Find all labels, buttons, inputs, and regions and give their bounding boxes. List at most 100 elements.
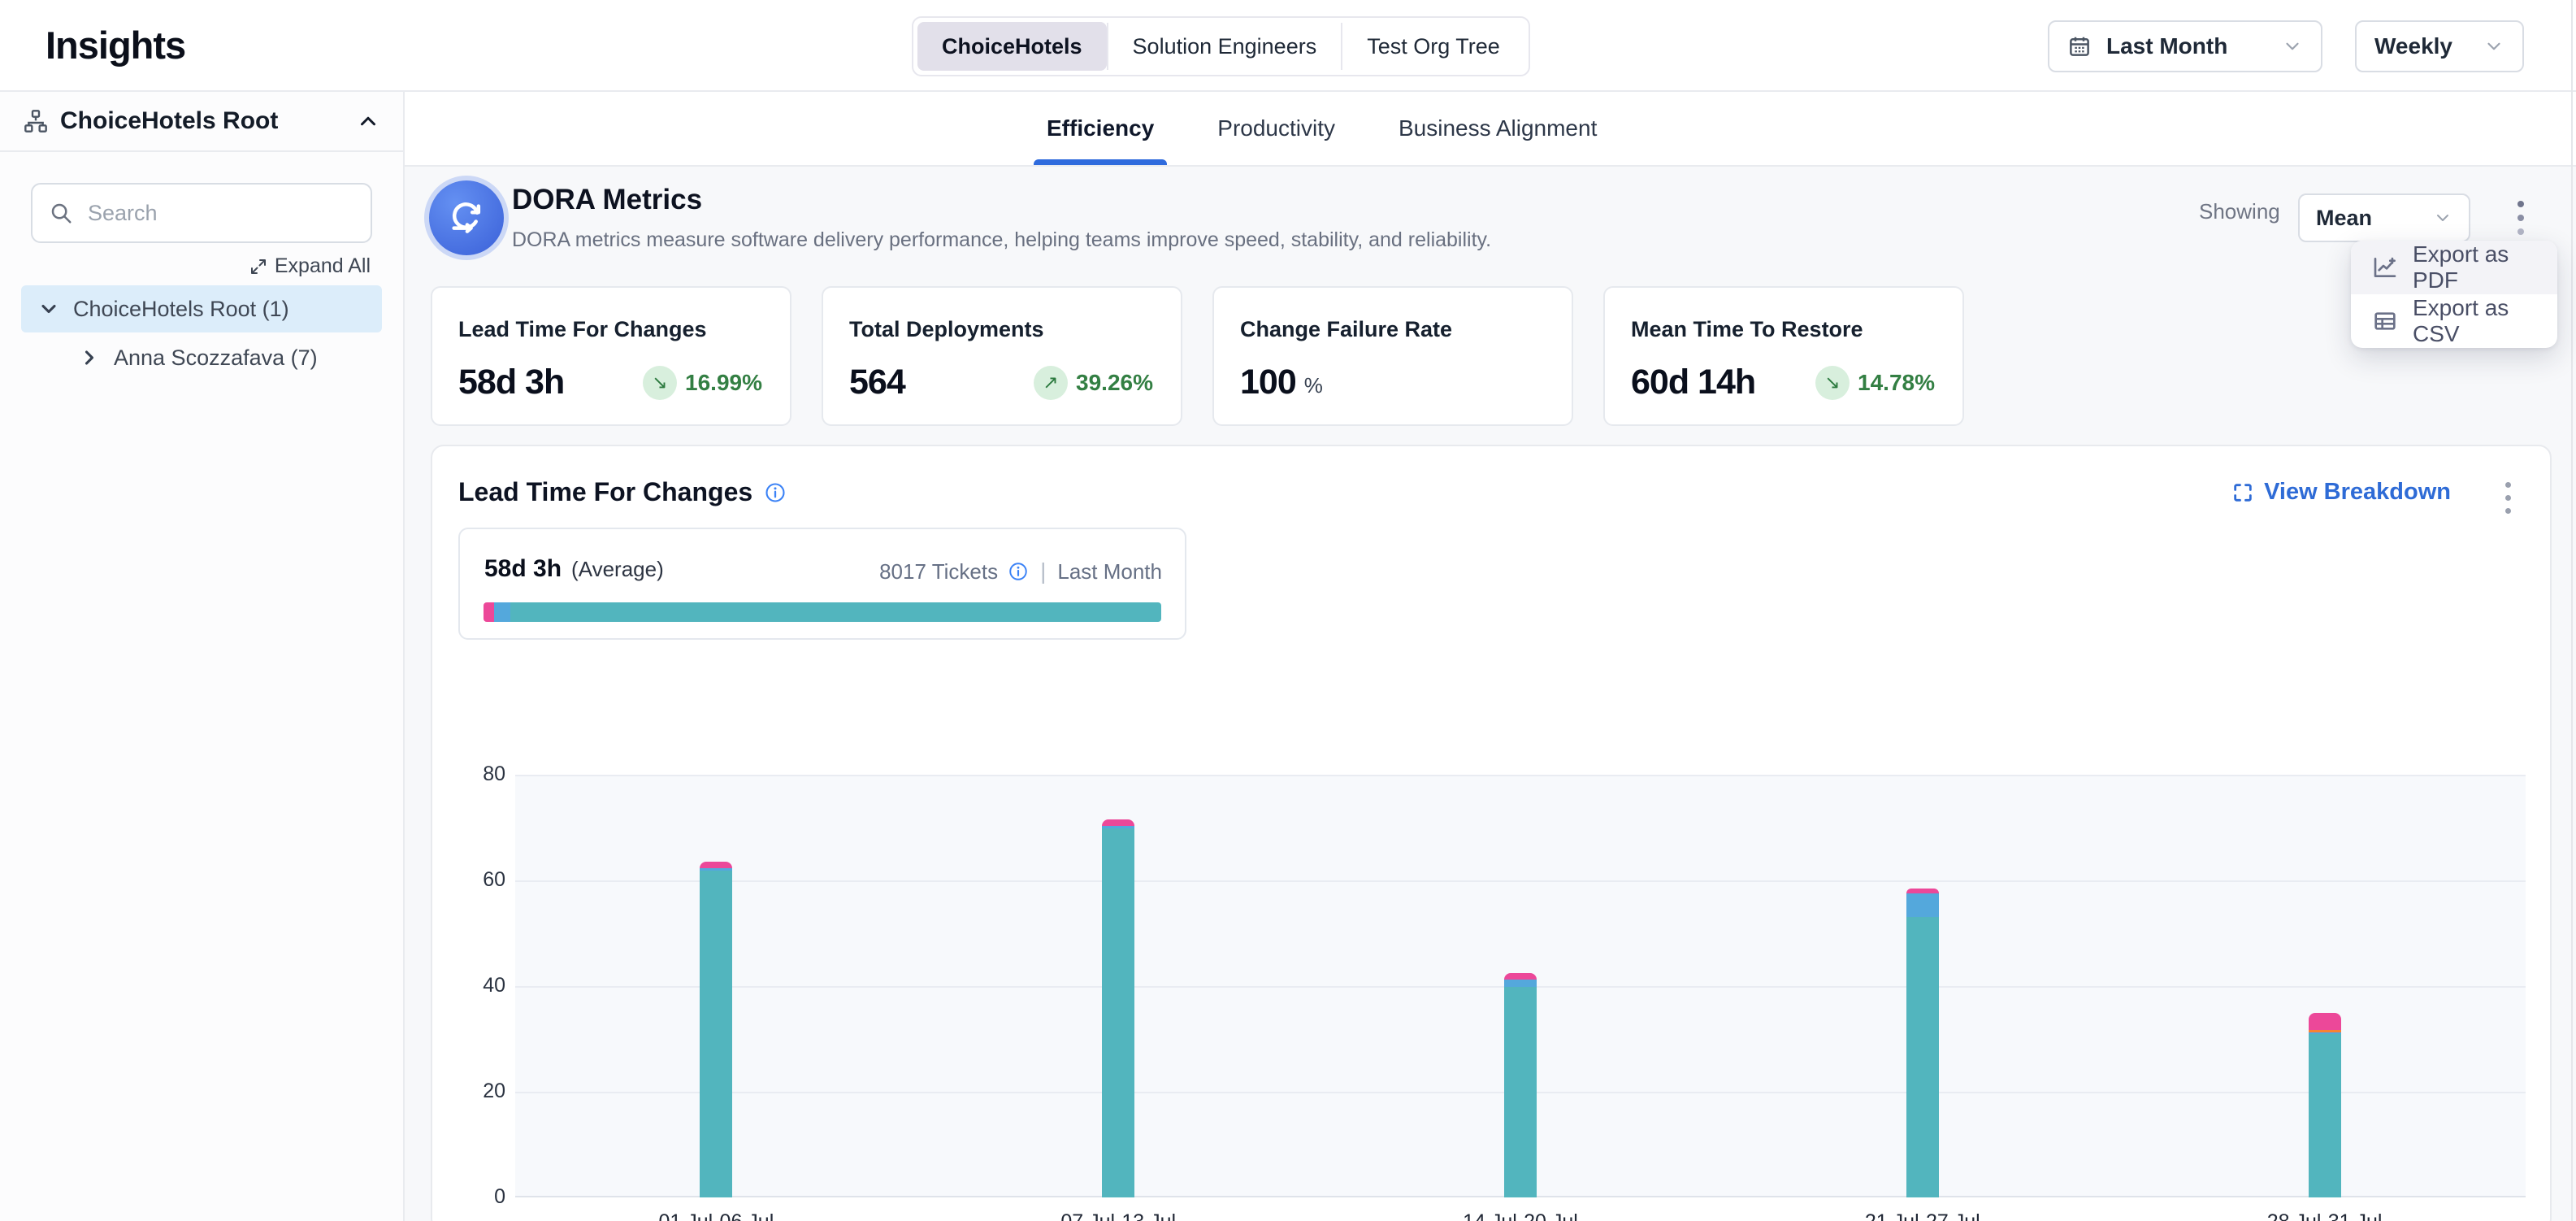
org-tab-solution-engineers[interactable]: Solution Engineers <box>1108 22 1342 71</box>
view-breakdown-button[interactable]: View Breakdown <box>2231 479 2451 506</box>
top-header: Insights ChoiceHotels Solution Engineers… <box>0 0 2576 92</box>
delta-percent: 39.26% <box>1076 370 1153 396</box>
chevron-down-icon <box>2433 208 2452 228</box>
sidebar-header: ChoiceHotels Root <box>0 92 403 152</box>
x-tick-label: 14 Jul-20 Jul <box>1320 1210 1722 1221</box>
search-icon <box>49 201 73 225</box>
x-tick-label: 07 Jul-13 Jul <box>917 1210 1320 1221</box>
tab-productivity[interactable]: Productivity <box>1217 92 1335 165</box>
dora-cycle-icon <box>429 180 504 255</box>
bar-segment-planning <box>1504 973 1537 980</box>
tickets-count: 8017 Tickets <box>879 559 998 584</box>
granularity-value: Weekly <box>2374 33 2452 59</box>
granularity-select[interactable]: Weekly <box>2355 20 2524 72</box>
chart-kebab-menu-icon[interactable] <box>2505 482 2511 514</box>
y-tick-label: 60 <box>457 868 505 892</box>
metric-card-mean-time-to-restore: Mean Time To Restore 60d 14h ↘ 14.78% <box>1603 286 1964 426</box>
metric-unit: % <box>1304 373 1323 398</box>
bar-segment-planning <box>700 862 732 868</box>
main-content: Efficiency Productivity Business Alignme… <box>405 92 2576 1221</box>
average-summary-card: 58d 3h (Average) 8017 Tickets | Last Mon… <box>458 528 1186 640</box>
average-label: (Average) <box>571 557 664 582</box>
metric-cards-row: Lead Time For Changes 58d 3h ↘ 16.99% To… <box>431 286 1964 426</box>
info-icon[interactable] <box>764 481 787 504</box>
y-tick-label: 80 <box>457 763 505 786</box>
tab-business-alignment[interactable]: Business Alignment <box>1399 92 1597 165</box>
plot-area <box>515 775 2526 1197</box>
dora-kebab-menu-icon[interactable] <box>2517 201 2524 235</box>
showing-label: Showing <box>2199 199 2280 224</box>
bar-segment-review <box>1504 980 1537 987</box>
metric-card-lead-time: Lead Time For Changes 58d 3h ↘ 16.99% <box>431 286 791 426</box>
bar-slot <box>515 775 917 1197</box>
progress-segment-planning <box>484 602 494 622</box>
metric-value: 60d 14h <box>1631 363 1755 402</box>
divider: | <box>1040 558 1046 584</box>
insights-dashboard: Insights ChoiceHotels Solution Engineers… <box>0 0 2576 1221</box>
aggregation-value: Mean <box>2316 206 2372 231</box>
info-icon[interactable] <box>1008 561 1029 582</box>
metric-title: Mean Time To Restore <box>1631 317 1863 342</box>
export-as-pdf-item[interactable]: Export as PDF <box>2351 241 2557 294</box>
tab-efficiency[interactable]: Efficiency <box>1047 92 1154 165</box>
search-input[interactable] <box>86 200 354 227</box>
metric-title: Total Deployments <box>849 317 1044 342</box>
tree-item-choicehotels-root[interactable]: ChoiceHotels Root (1) <box>21 285 382 332</box>
collapse-sidebar-chevron-up-icon[interactable] <box>356 109 380 133</box>
org-tree-sidebar: ChoiceHotels Root Expand All <box>0 92 405 1221</box>
bar-slot <box>1721 775 2123 1197</box>
scrollbar[interactable] <box>2571 0 2573 1221</box>
y-tick-label: 40 <box>457 974 505 997</box>
table-icon <box>2372 308 2398 334</box>
org-tab-choicehotels[interactable]: ChoiceHotels <box>917 22 1107 71</box>
bar-segment-deployment <box>2309 1034 2341 1197</box>
expand-all-button[interactable]: Expand All <box>249 254 371 278</box>
delta-percent: 16.99% <box>685 370 762 396</box>
tree-item-label: ChoiceHotels Root (1) <box>73 297 289 322</box>
bar-segment-review <box>1906 893 1939 917</box>
export-menu: Export as PDF Export as CSV <box>2351 241 2557 348</box>
chevron-right-icon <box>78 346 101 369</box>
tree-item-anna-scozzafava[interactable]: Anna Scozzafava (7) <box>0 334 403 381</box>
stacked-bar-5 <box>2309 1013 2341 1197</box>
chevron-down-icon <box>2282 36 2303 57</box>
date-range-select[interactable]: Last Month <box>2048 20 2322 72</box>
org-switcher: ChoiceHotels Solution Engineers Test Org… <box>912 16 1530 76</box>
period-label: Last Month <box>1057 559 1162 584</box>
metric-delta: ↗ 39.26% <box>1034 366 1153 400</box>
trend-down-icon: ↘ <box>1815 366 1850 400</box>
bars <box>515 775 2526 1197</box>
chart-card-title: Lead Time For Changes <box>458 477 787 507</box>
lead-time-chart-card: Lead Time For Changes View Breakdown <box>431 445 2552 1221</box>
metric-value: 58d 3h <box>458 363 564 402</box>
org-hierarchy-icon <box>23 108 49 134</box>
stacked-bar-2 <box>1102 819 1134 1197</box>
date-range-value: Last Month <box>2106 33 2227 59</box>
aggregation-select[interactable]: Mean <box>2298 193 2470 242</box>
sidebar-title: ChoiceHotels Root <box>60 107 278 135</box>
export-as-csv-item[interactable]: Export as CSV <box>2351 294 2557 348</box>
calendar-icon <box>2067 34 2092 59</box>
section-tabs: Efficiency Productivity Business Alignme… <box>1047 92 1597 165</box>
view-breakdown-label: View Breakdown <box>2264 479 2451 506</box>
chart-title-text: Lead Time For Changes <box>458 477 752 507</box>
trend-down-icon: ↘ <box>643 366 677 400</box>
tree-item-label: Anna Scozzafava (7) <box>114 345 318 371</box>
bar-slot <box>2123 775 2526 1197</box>
progress-segment-deployment <box>510 602 1161 622</box>
metric-delta: ↘ 16.99% <box>643 366 762 400</box>
dora-metrics-title: DORA Metrics <box>512 184 702 216</box>
stacked-bar-1 <box>700 862 732 1197</box>
chevron-down-icon <box>2483 36 2504 57</box>
x-tick-label: 21 Jul-27 Jul <box>1721 1210 2123 1221</box>
org-tab-test-org-tree[interactable]: Test Org Tree <box>1342 22 1524 71</box>
chevron-down-icon <box>37 298 60 320</box>
metric-card-change-failure-rate: Change Failure Rate 100 % <box>1212 286 1573 426</box>
bar-slot <box>1320 775 1722 1197</box>
x-axis-labels: 01 Jul-06 Jul07 Jul-13 Jul14 Jul-20 Jul2… <box>515 1210 2526 1221</box>
expand-all-icon <box>249 257 268 276</box>
metric-title: Lead Time For Changes <box>458 317 707 342</box>
dora-metrics-description: DORA metrics measure software delivery p… <box>512 228 1491 252</box>
expand-icon <box>2231 481 2254 504</box>
bar-segment-deployment <box>700 871 732 1197</box>
